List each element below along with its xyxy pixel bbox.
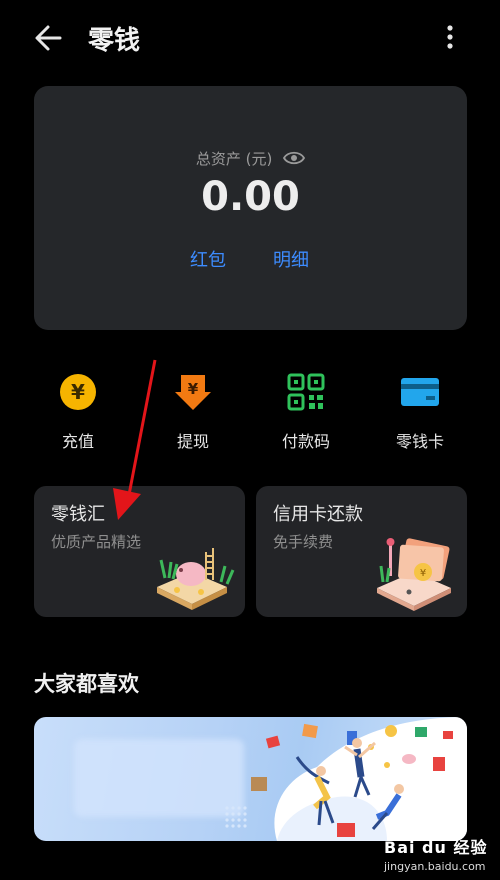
promo-card-lingqianhui[interactable]: 零钱汇 优质产品精选 [34, 486, 245, 617]
section-title-popular: 大家都喜欢 [34, 672, 139, 696]
yuan-coin-icon: ¥ [58, 372, 98, 412]
quick-action-payment-code[interactable]: 付款码 [258, 372, 354, 462]
watermark-logo: Bai du 经验 [384, 838, 488, 857]
promo-title: 信用卡还款 [273, 504, 363, 525]
baidu-watermark: Bai du 经验 jingyan.baidu.com [384, 832, 494, 880]
quick-action-change-card[interactable]: 零钱卡 [372, 372, 468, 462]
quick-action-label: 付款码 [281, 432, 330, 451]
qr-code-icon [286, 372, 326, 412]
page-title: 零钱 [88, 26, 141, 56]
promo-subtitle: 优质产品精选 [51, 533, 142, 551]
svg-text:¥: ¥ [188, 380, 199, 398]
celebration-illustration-icon [237, 717, 467, 841]
detail-link[interactable]: 明细 [273, 246, 309, 272]
total-assets-label: 总资产 (元) [195, 150, 273, 168]
popular-banner[interactable] [34, 717, 467, 841]
asset-card: 总资产 (元) 0.00 红包 明细 [34, 86, 467, 330]
back-icon[interactable] [30, 18, 70, 58]
quick-action-withdraw[interactable]: ¥ 提现 [145, 372, 241, 462]
withdraw-icon: ¥ [173, 372, 213, 412]
card-icon [400, 372, 440, 412]
more-options-icon[interactable] [436, 20, 464, 56]
piggy-bank-illustration-icon [147, 532, 237, 612]
credit-card-illustration-icon: ¥ [369, 532, 459, 612]
quick-action-recharge[interactable]: ¥ 充值 [30, 372, 126, 462]
total-assets-label-row: 总资产 (元) [34, 148, 467, 169]
red-packet-link[interactable]: 红包 [190, 246, 226, 272]
eye-icon[interactable] [283, 151, 306, 169]
promo-card-credit-card-repay[interactable]: 信用卡还款 免手续费 ¥ [256, 486, 467, 617]
promo-title: 零钱汇 [51, 504, 105, 525]
svg-text:¥: ¥ [420, 568, 426, 579]
quick-action-label: 提现 [176, 432, 209, 451]
watermark-url: jingyan.baidu.com [384, 860, 486, 873]
top-bar: 零钱 [0, 0, 500, 76]
quick-action-label: 零钱卡 [395, 432, 444, 451]
total-assets-value: 0.00 [201, 174, 300, 220]
quick-action-label: 充值 [61, 432, 94, 451]
svg-text:¥: ¥ [71, 380, 85, 404]
banner-blurred-text-area [74, 739, 244, 817]
promo-subtitle: 免手续费 [273, 533, 334, 551]
